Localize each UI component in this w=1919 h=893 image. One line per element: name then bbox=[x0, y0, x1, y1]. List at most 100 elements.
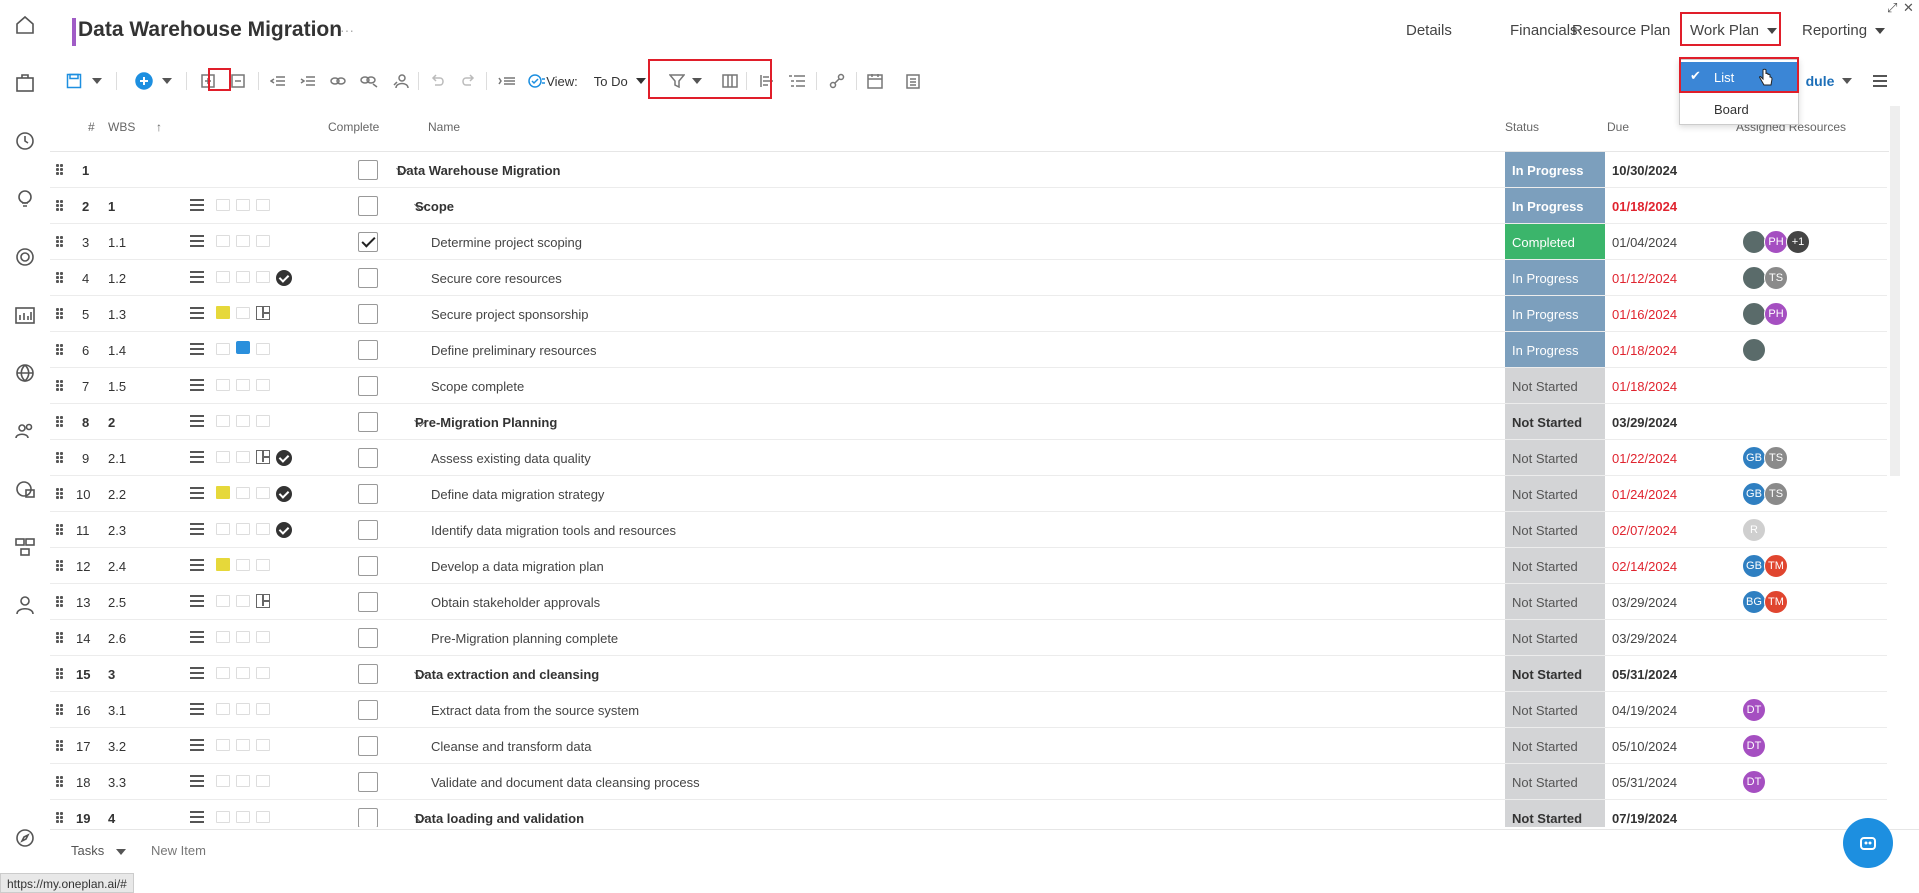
complete-checkbox[interactable] bbox=[358, 304, 378, 324]
status-badge[interactable]: Not Started bbox=[1505, 656, 1605, 691]
status-badge[interactable]: Not Started bbox=[1505, 728, 1605, 763]
collapse-all-icon[interactable] bbox=[228, 70, 248, 92]
table-row[interactable]: 12 2.4 Develop a data migration plan Not St… bbox=[50, 548, 1887, 584]
note-placeholder-icon[interactable] bbox=[216, 343, 230, 355]
table-row[interactable]: 18 3.3 Validate and document data cleansin… bbox=[50, 764, 1887, 800]
drag-handle-icon[interactable] bbox=[56, 344, 64, 356]
col-due[interactable]: Due bbox=[1607, 120, 1629, 134]
outline-icon[interactable] bbox=[786, 70, 808, 92]
complete-checkbox[interactable] bbox=[358, 700, 378, 720]
row-menu-icon[interactable] bbox=[190, 631, 204, 643]
status-badge[interactable]: Not Started bbox=[1505, 620, 1605, 655]
complete-checkbox[interactable] bbox=[358, 484, 378, 504]
avatar[interactable] bbox=[1742, 230, 1766, 254]
table-row[interactable]: 14 2.6 Pre-Migration planning complete Not … bbox=[50, 620, 1887, 656]
table-row[interactable]: 16 3.1 Extract data from the source system… bbox=[50, 692, 1887, 728]
status-badge[interactable]: Not Started bbox=[1505, 512, 1605, 547]
task-name[interactable]: Pre-Migration Planning bbox=[415, 415, 557, 430]
drag-handle-icon[interactable] bbox=[56, 524, 64, 536]
col-num[interactable]: # bbox=[88, 120, 95, 134]
status-badge[interactable]: Not Started bbox=[1505, 368, 1605, 403]
note-placeholder-icon[interactable] bbox=[216, 451, 230, 463]
comment-placeholder-icon[interactable] bbox=[236, 811, 250, 823]
board-placeholder-icon[interactable] bbox=[256, 271, 270, 283]
clipboard-icon[interactable] bbox=[902, 70, 924, 92]
note-placeholder-icon[interactable] bbox=[216, 595, 230, 607]
row-menu-icon[interactable] bbox=[190, 739, 204, 751]
complete-checkbox[interactable] bbox=[358, 808, 378, 827]
task-name[interactable]: Obtain stakeholder approvals bbox=[431, 595, 600, 610]
board-placeholder-icon[interactable] bbox=[256, 703, 270, 715]
target-icon[interactable] bbox=[12, 244, 38, 270]
note-placeholder-icon[interactable] bbox=[216, 379, 230, 391]
user-icon[interactable] bbox=[12, 592, 38, 618]
board-placeholder-icon[interactable] bbox=[256, 343, 270, 355]
board-placeholder-icon[interactable] bbox=[256, 739, 270, 751]
note-icon[interactable] bbox=[216, 486, 230, 499]
unlink-icon[interactable] bbox=[358, 70, 380, 92]
avatar[interactable]: PH bbox=[1764, 302, 1788, 326]
drag-handle-icon[interactable] bbox=[56, 452, 64, 464]
briefcase-icon[interactable] bbox=[12, 70, 38, 96]
table-row[interactable]: 11 2.3 Identify data migration tools and r… bbox=[50, 512, 1887, 548]
row-menu-icon[interactable] bbox=[190, 595, 204, 607]
note-placeholder-icon[interactable] bbox=[216, 775, 230, 787]
board-placeholder-icon[interactable] bbox=[256, 523, 270, 535]
add-icon[interactable] bbox=[134, 70, 154, 92]
note-placeholder-icon[interactable] bbox=[216, 523, 230, 535]
dropdown-item-board[interactable]: Board bbox=[1680, 94, 1798, 124]
comment-placeholder-icon[interactable] bbox=[236, 667, 250, 679]
globe-icon[interactable] bbox=[12, 360, 38, 386]
nav-resource-plan[interactable]: Resource Plan bbox=[1572, 22, 1670, 39]
nav-details[interactable]: Details bbox=[1406, 22, 1452, 39]
comment-placeholder-icon[interactable] bbox=[236, 559, 250, 571]
complete-checkbox[interactable] bbox=[358, 736, 378, 756]
note-placeholder-icon[interactable] bbox=[216, 703, 230, 715]
table-row[interactable]: 19 4 Data loading and validation Not Starte… bbox=[50, 800, 1887, 827]
board-icon[interactable] bbox=[256, 450, 270, 464]
task-name[interactable]: Scope complete bbox=[431, 379, 524, 394]
new-item-button[interactable]: New Item bbox=[151, 843, 206, 858]
task-name[interactable]: Define preliminary resources bbox=[431, 343, 596, 358]
note-placeholder-icon[interactable] bbox=[216, 199, 230, 211]
row-menu-icon[interactable] bbox=[190, 703, 204, 715]
hierarchy-icon[interactable] bbox=[12, 534, 38, 560]
status-badge[interactable]: Not Started bbox=[1505, 476, 1605, 511]
due-date[interactable]: 10/30/2024 bbox=[1612, 163, 1677, 178]
row-menu-icon[interactable] bbox=[190, 307, 204, 319]
table-row[interactable]: 7 1.5 Scope complete Not Started 01/18/2024 bbox=[50, 368, 1887, 404]
col-complete[interactable]: Complete bbox=[328, 120, 379, 134]
comment-placeholder-icon[interactable] bbox=[236, 379, 250, 391]
drag-handle-icon[interactable] bbox=[56, 236, 64, 248]
comment-placeholder-icon[interactable] bbox=[236, 415, 250, 427]
board-placeholder-icon[interactable] bbox=[256, 415, 270, 427]
complete-checkbox[interactable] bbox=[358, 664, 378, 684]
complete-checkbox[interactable] bbox=[358, 376, 378, 396]
row-menu-icon[interactable] bbox=[190, 199, 204, 211]
dependency-icon[interactable] bbox=[826, 70, 848, 92]
due-date[interactable]: 04/19/2024 bbox=[1612, 703, 1677, 718]
save-dropdown-icon[interactable] bbox=[90, 70, 104, 92]
clock-icon[interactable] bbox=[12, 128, 38, 154]
board-placeholder-icon[interactable] bbox=[256, 811, 270, 823]
task-name[interactable]: Cleanse and transform data bbox=[431, 739, 591, 754]
task-name[interactable]: Data extraction and cleansing bbox=[415, 667, 599, 682]
col-name[interactable]: Name bbox=[428, 120, 460, 134]
status-badge[interactable]: Not Started bbox=[1505, 404, 1605, 439]
note-placeholder-icon[interactable] bbox=[216, 631, 230, 643]
comment-placeholder-icon[interactable] bbox=[236, 307, 250, 319]
task-name[interactable]: Define data migration strategy bbox=[431, 487, 604, 502]
note-placeholder-icon[interactable] bbox=[216, 415, 230, 427]
table-row[interactable]: 5 1.3 Secure project sponsorship In Progres… bbox=[50, 296, 1887, 332]
add-dropdown-icon[interactable] bbox=[160, 70, 174, 92]
task-name[interactable]: Determine project scoping bbox=[431, 235, 582, 250]
row-menu-icon[interactable] bbox=[190, 451, 204, 463]
drag-handle-icon[interactable] bbox=[56, 164, 64, 176]
avatar[interactable] bbox=[1742, 338, 1766, 362]
task-name[interactable]: Identify data migration tools and resour… bbox=[431, 523, 676, 538]
row-menu-icon[interactable] bbox=[190, 343, 204, 355]
task-name[interactable]: Data Warehouse Migration bbox=[397, 163, 560, 178]
comment-placeholder-icon[interactable] bbox=[236, 631, 250, 643]
drag-handle-icon[interactable] bbox=[56, 272, 64, 284]
comment-placeholder-icon[interactable] bbox=[236, 451, 250, 463]
